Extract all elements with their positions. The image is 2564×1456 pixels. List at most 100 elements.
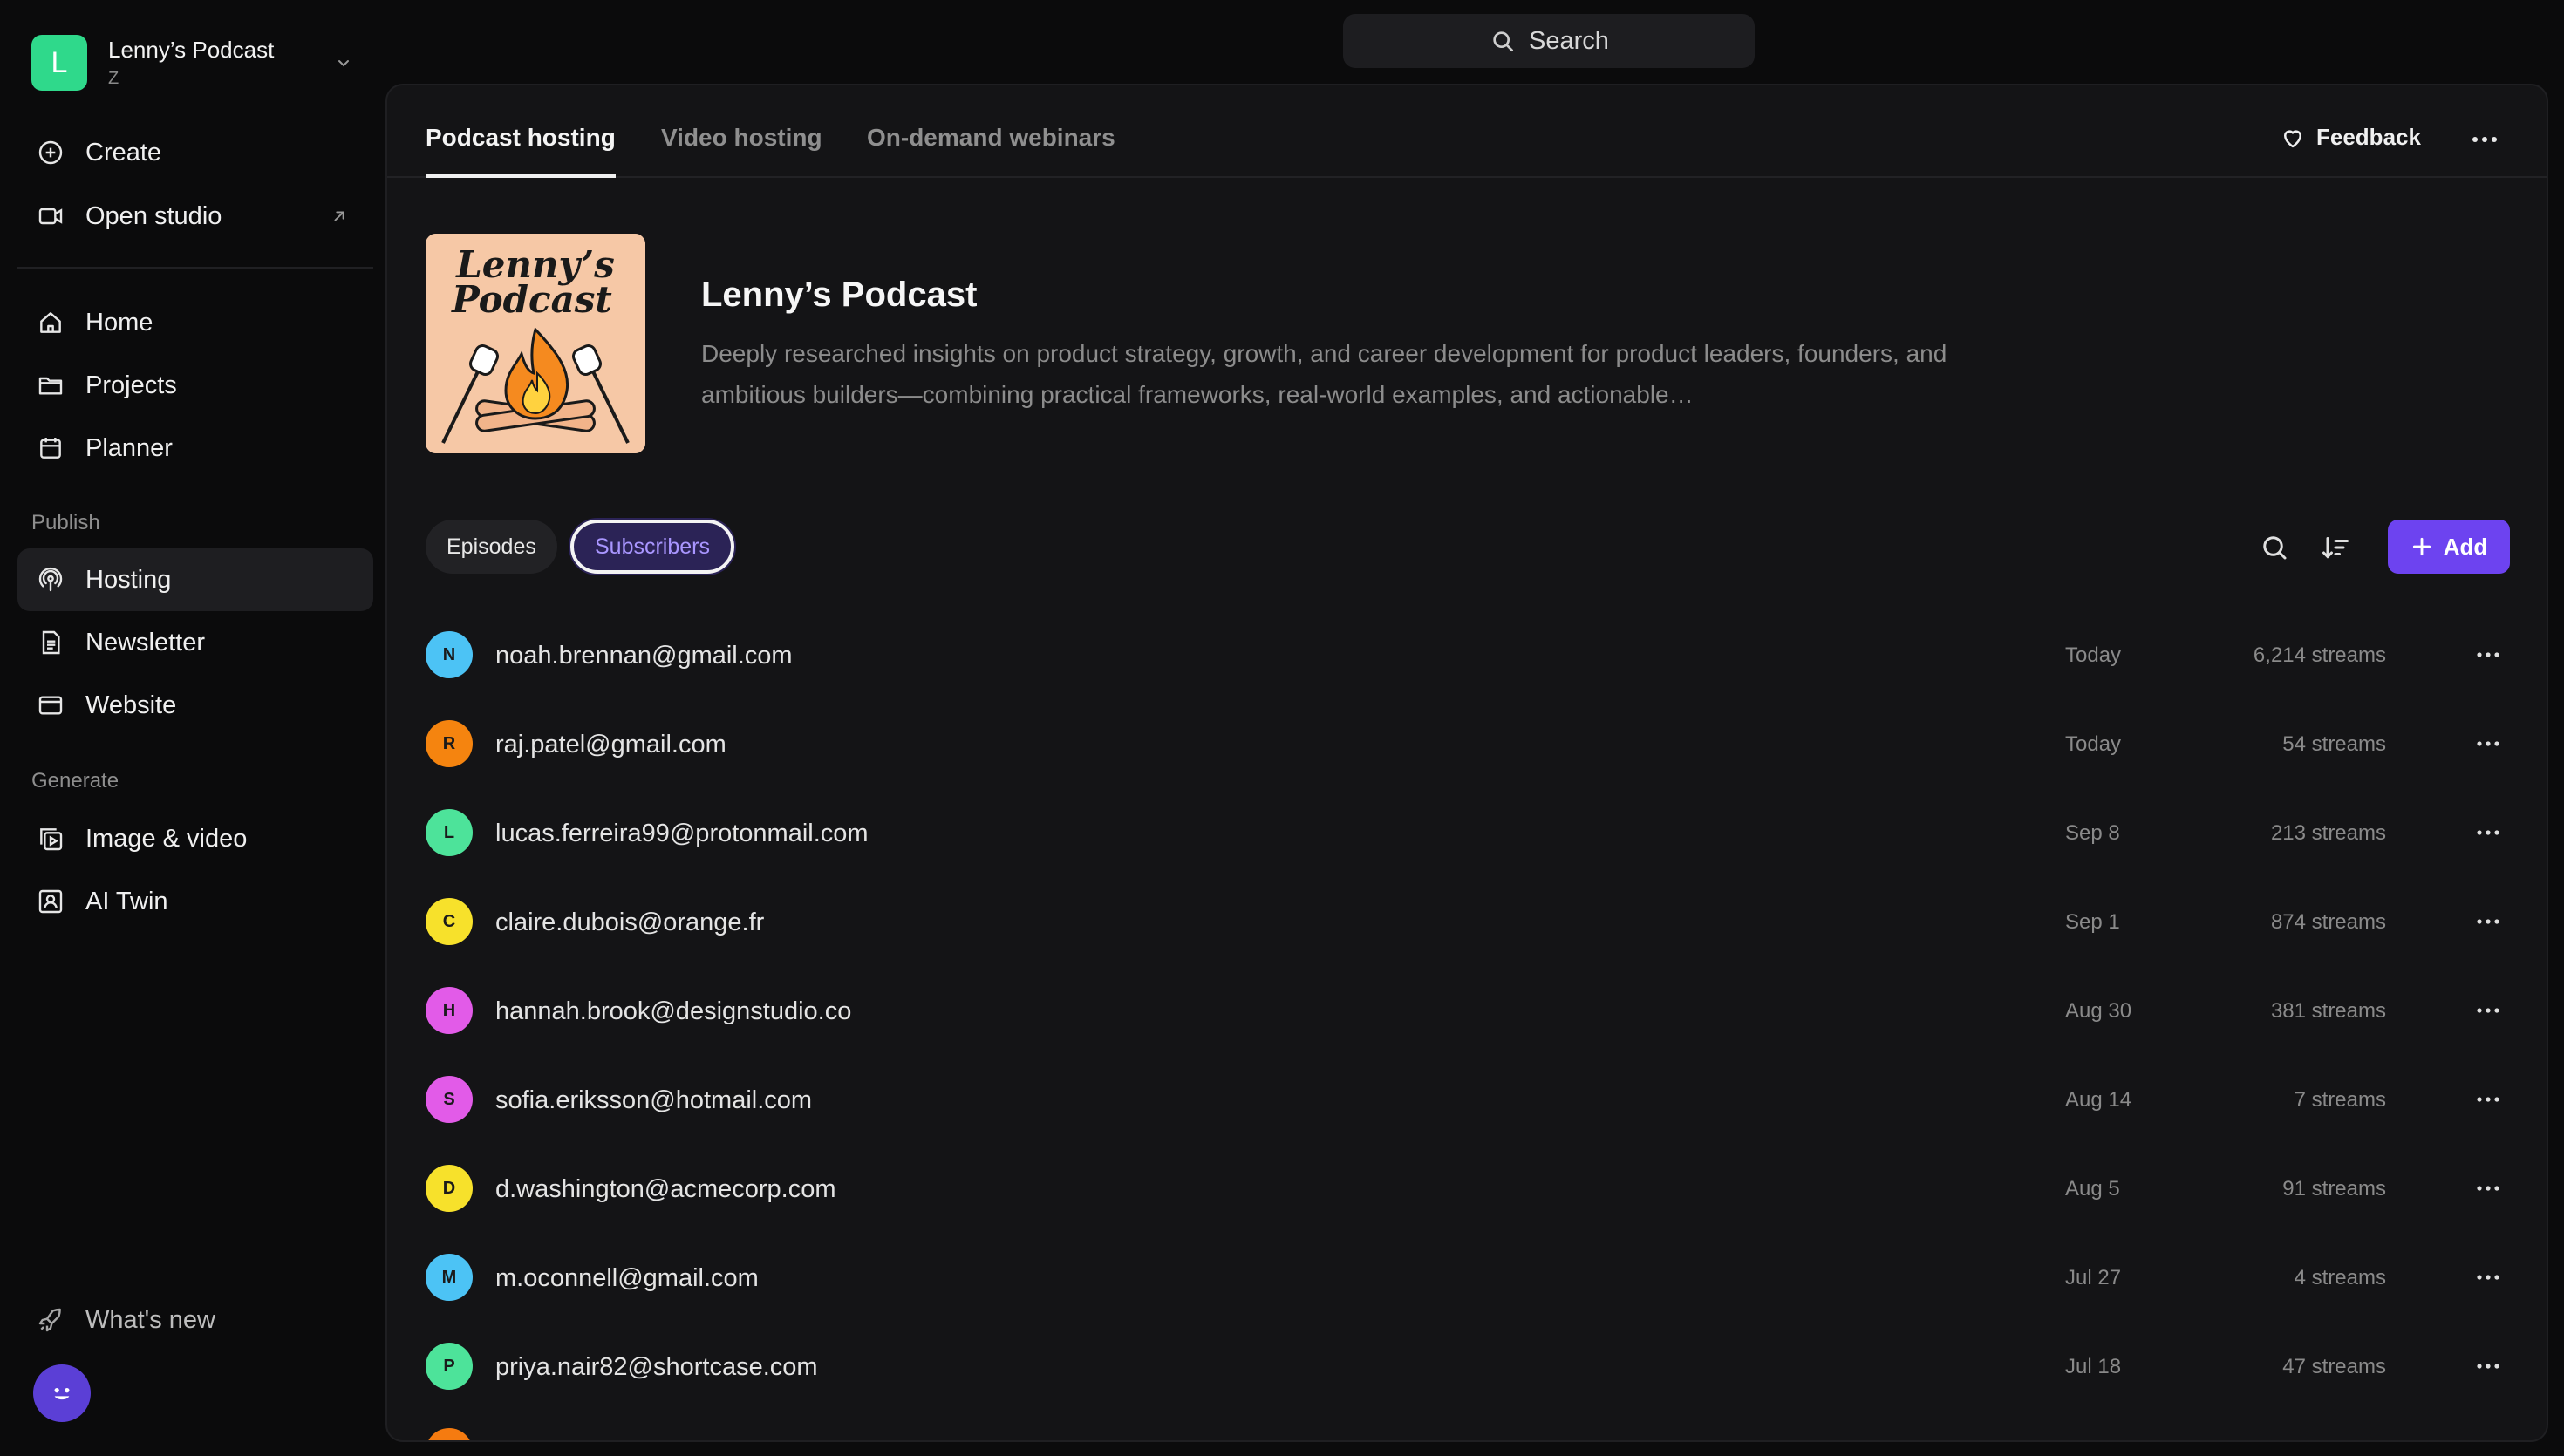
subscriber-email: priya.nair82@shortcase.com bbox=[495, 1353, 818, 1381]
subscriber-date: Aug 14 bbox=[2065, 1088, 2132, 1112]
media-icon bbox=[40, 828, 63, 851]
subscriber-avatar-partial bbox=[426, 1428, 473, 1440]
row-more-icon[interactable] bbox=[2475, 914, 2501, 929]
subscriber-date: Jul 18 bbox=[2065, 1355, 2122, 1378]
subscriber-date: Aug 5 bbox=[2065, 1177, 2120, 1201]
tab-bar: Podcast hosting Video hosting On-demand … bbox=[387, 85, 2547, 178]
feedback-button[interactable]: Feedback bbox=[2280, 124, 2421, 151]
external-link-icon bbox=[334, 211, 344, 221]
sidebar: L Lenny’s Podcast Z Create Open studio H… bbox=[0, 0, 384, 1456]
workspace-subtitle: Z bbox=[108, 69, 119, 88]
sidebar-item-newsletter[interactable]: Newsletter bbox=[17, 611, 373, 674]
row-more-icon[interactable] bbox=[2475, 736, 2501, 752]
sidebar-item-label: Projects bbox=[85, 371, 177, 399]
subscriber-date: Aug 30 bbox=[2065, 999, 2132, 1023]
sort-icon[interactable] bbox=[2320, 532, 2351, 563]
tab-podcast-hosting[interactable]: Podcast hosting bbox=[426, 124, 616, 178]
subscriber-row[interactable]: N noah.brennan@gmail.com Today 6,214 str… bbox=[387, 609, 2547, 697]
subscriber-email: m.oconnell@gmail.com bbox=[495, 1264, 759, 1292]
sidebar-item-label: Image & video bbox=[85, 824, 248, 853]
subscriber-email: hannah.brook@designstudio.co bbox=[495, 997, 852, 1025]
portrait-icon bbox=[38, 889, 63, 914]
workspace-avatar: L bbox=[31, 35, 87, 91]
plus-icon bbox=[2412, 537, 2431, 556]
subscriber-avatar: N bbox=[426, 631, 473, 678]
tab-episodes[interactable]: Episodes bbox=[426, 520, 557, 574]
search-button[interactable]: Search bbox=[1343, 14, 1755, 68]
podcast-cover: Lenny’s Podcast bbox=[426, 234, 645, 453]
section-label-publish: Publish bbox=[31, 511, 100, 534]
video-camera-icon bbox=[38, 208, 63, 225]
sidebar-item-label: Home bbox=[85, 308, 153, 337]
sidebar-item-label: Open studio bbox=[85, 201, 222, 230]
subscriber-avatar: M bbox=[426, 1254, 473, 1301]
subscriber-row[interactable]: H hannah.brook@designstudio.co Aug 30 38… bbox=[387, 964, 2547, 1053]
tab-video-hosting[interactable]: Video hosting bbox=[661, 124, 822, 174]
calendar-icon bbox=[40, 438, 61, 459]
sidebar-item-whats-new[interactable]: What's new bbox=[17, 1289, 373, 1351]
subscriber-avatar: P bbox=[426, 1343, 473, 1390]
subscriber-date: Sep 8 bbox=[2065, 821, 2120, 845]
subscriber-row[interactable]: P priya.nair82@shortcase.com Jul 18 47 s… bbox=[387, 1320, 2547, 1409]
row-more-icon[interactable] bbox=[2475, 825, 2501, 840]
smiley-icon bbox=[54, 1388, 70, 1400]
subscriber-row[interactable]: R raj.patel@gmail.com Today 54 streams bbox=[387, 697, 2547, 786]
sidebar-item-create[interactable]: Create bbox=[17, 121, 373, 184]
subscriber-row[interactable]: L lucas.ferreira99@protonmail.com Sep 8 … bbox=[387, 786, 2547, 875]
sidebar-item-hosting[interactable]: Hosting bbox=[17, 548, 373, 611]
subscriber-row[interactable]: D d.washington@acmecorp.com Aug 5 91 str… bbox=[387, 1142, 2547, 1231]
subscriber-avatar: D bbox=[426, 1165, 473, 1212]
main-panel: Podcast hosting Video hosting On-demand … bbox=[385, 84, 2548, 1442]
workspace-name: Lenny’s Podcast bbox=[108, 37, 275, 63]
subscriber-email: raj.patel@gmail.com bbox=[495, 731, 726, 759]
subscriber-row[interactable]: S sofia.eriksson@hotmail.com Aug 14 7 st… bbox=[387, 1053, 2547, 1142]
row-more-icon[interactable] bbox=[2475, 1358, 2501, 1374]
tab-on-demand-webinars[interactable]: On-demand webinars bbox=[867, 124, 1115, 174]
subscriber-date: Today bbox=[2065, 732, 2122, 756]
subscriber-streams: 4 streams bbox=[2294, 1266, 2386, 1289]
sidebar-divider bbox=[17, 267, 373, 269]
heart-icon bbox=[2284, 129, 2301, 147]
sidebar-item-website[interactable]: Website bbox=[17, 674, 373, 737]
row-more-icon[interactable] bbox=[2475, 1269, 2501, 1285]
search-icon[interactable] bbox=[2259, 532, 2290, 563]
sidebar-item-projects[interactable]: Projects bbox=[17, 354, 373, 417]
add-button[interactable]: Add bbox=[2388, 520, 2510, 574]
row-more-icon[interactable] bbox=[2475, 1003, 2501, 1018]
subscriber-email: claire.dubois@orange.fr bbox=[495, 908, 765, 936]
section-label-generate: Generate bbox=[31, 769, 119, 793]
subscriber-email: lucas.ferreira99@protonmail.com bbox=[495, 820, 869, 847]
podcast-title: Lenny’s Podcast bbox=[701, 276, 978, 314]
subscriber-streams: 381 streams bbox=[2270, 999, 2386, 1023]
podcast-icon bbox=[38, 567, 63, 592]
sidebar-item-open-studio[interactable]: Open studio bbox=[17, 185, 373, 248]
subscriber-date: Today bbox=[2065, 643, 2122, 667]
browser-icon bbox=[38, 696, 63, 715]
workspace-switcher[interactable]: L Lenny’s Podcast Z bbox=[31, 33, 354, 92]
sidebar-item-label: Website bbox=[85, 691, 177, 719]
subscriber-streams: 54 streams bbox=[2282, 732, 2386, 756]
sidebar-item-label: Hosting bbox=[85, 565, 172, 594]
subscriber-email: sofia.eriksson@hotmail.com bbox=[495, 1086, 813, 1114]
sidebar-item-image-video[interactable]: Image & video bbox=[17, 807, 373, 870]
campfire-illustration: Lenny’s Podcast bbox=[426, 234, 645, 453]
more-options-icon[interactable] bbox=[2470, 131, 2499, 148]
subscriber-streams: 91 streams bbox=[2282, 1177, 2386, 1201]
subscriber-streams: 213 streams bbox=[2270, 821, 2386, 845]
document-icon bbox=[42, 630, 60, 655]
sidebar-item-ai-twin[interactable]: AI Twin bbox=[17, 870, 373, 933]
search-label: Search bbox=[1529, 26, 1609, 55]
subscriber-row[interactable]: C claire.dubois@orange.fr Sep 1 874 stre… bbox=[387, 875, 2547, 964]
row-more-icon[interactable] bbox=[2475, 1180, 2501, 1196]
subscriber-row[interactable]: M m.oconnell@gmail.com Jul 27 4 streams bbox=[387, 1231, 2547, 1320]
row-more-icon[interactable] bbox=[2475, 1092, 2501, 1107]
subscriber-avatar: R bbox=[426, 720, 473, 767]
user-avatar[interactable] bbox=[33, 1364, 91, 1422]
subscriber-avatar: C bbox=[426, 898, 473, 945]
row-more-icon[interactable] bbox=[2475, 647, 2501, 663]
home-icon bbox=[40, 312, 61, 333]
tab-subscribers[interactable]: Subscribers bbox=[570, 520, 734, 574]
subscriber-date: Jul 27 bbox=[2065, 1266, 2122, 1289]
sidebar-item-home[interactable]: Home bbox=[17, 291, 373, 354]
sidebar-item-planner[interactable]: Planner bbox=[17, 417, 373, 480]
